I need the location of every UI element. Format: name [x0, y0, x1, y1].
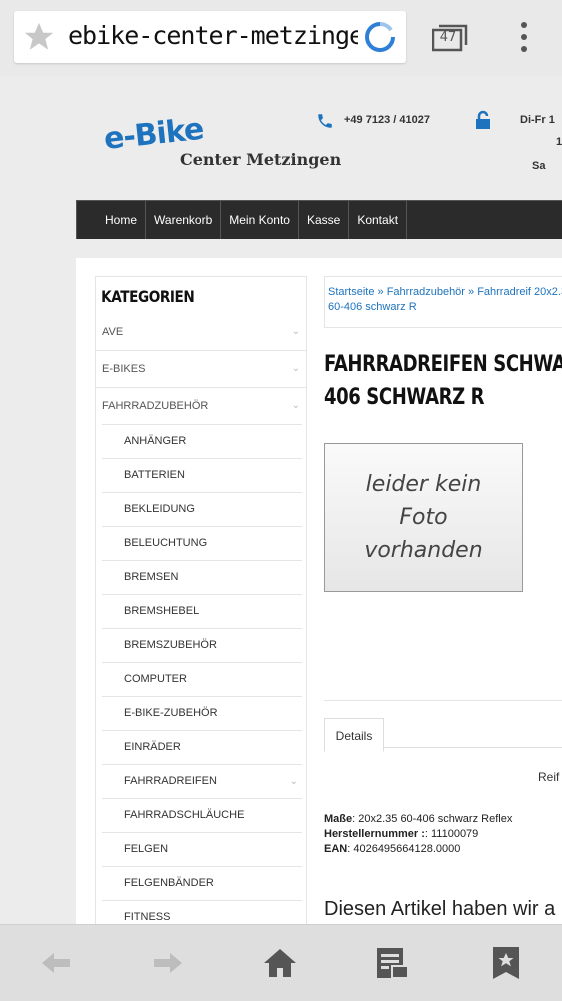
subcategory-label: BELEUCHTUNG	[124, 537, 208, 549]
subcategory-label: ANHÄNGER	[124, 435, 187, 447]
subcategory-item[interactable]: FELGEN	[102, 833, 302, 867]
product-image-placeholder[interactable]: leider kein Foto vorhanden	[324, 443, 523, 592]
spec-manufacturer-value: : 11100079	[424, 828, 479, 840]
subcategory-label: BREMSZUBEHÖR	[124, 639, 217, 651]
sidebar-title: KATEGORIEN	[101, 287, 195, 306]
subcategory-item[interactable]: BREMSEN	[102, 561, 302, 595]
nav-home[interactable]: Home	[76, 201, 147, 239]
subcategory-label: FELGENBÄNDER	[124, 877, 214, 889]
chevron-down-icon[interactable]: ⌄	[292, 388, 300, 424]
divider	[324, 700, 562, 701]
nav-account[interactable]: Mein Konto	[221, 201, 299, 239]
tab-count: 47	[439, 30, 457, 45]
address-bar[interactable]: ebike-center-metzingen	[14, 11, 406, 63]
subcategory-label: E-BIKE-ZUBEHÖR	[124, 707, 218, 719]
product-description-snippet: Reif	[538, 770, 560, 784]
browser-bottom-bar	[0, 924, 562, 1001]
phone-number[interactable]: +49 7123 / 41027	[344, 114, 430, 126]
subcategory-item[interactable]: BELEUCHTUNG	[102, 527, 302, 561]
site-logo[interactable]: e-Bike Center Metzingen	[102, 112, 341, 182]
tab-details[interactable]: Details	[324, 718, 384, 752]
main-nav: Home Warenkorb Mein Konto Kasse Kontakt	[76, 200, 562, 239]
reading-list-icon[interactable]	[374, 945, 410, 981]
bookmarks-icon[interactable]	[488, 945, 524, 981]
subcategory-label: BATTERIEN	[124, 469, 185, 481]
nav-contact[interactable]: Kontakt	[349, 201, 408, 239]
subcategory-item[interactable]: FAHRRADSCHLÄUCHE	[102, 799, 302, 833]
subcategory-item[interactable]: FITNESS	[102, 901, 302, 924]
chevron-down-icon[interactable]: ⌄	[292, 351, 300, 387]
category-label: E-BIKES	[102, 363, 146, 375]
subcategory-item[interactable]: E-BIKE-ZUBEHÖR	[102, 697, 302, 731]
subcategory-item[interactable]: BEKLEIDUNG	[102, 493, 302, 527]
opening-hours-line1: Di-Fr 1	[520, 114, 555, 126]
subcategory-label: FITNESS	[124, 911, 171, 923]
menu-icon[interactable]	[512, 18, 536, 58]
subcategory-label: FAHRRADSCHLÄUCHE	[124, 809, 245, 821]
subcategory-label: BREMSEN	[124, 571, 179, 583]
subcategory-label: COMPUTER	[124, 673, 187, 685]
subcategory-label: FELGEN	[124, 843, 169, 855]
subcategory-item[interactable]: FAHRRADREIFEN ⌄	[102, 765, 302, 799]
subcategory-label: BREMSHEBEL	[124, 605, 200, 617]
availability-text: Diesen Artikel haben wir a	[324, 898, 556, 920]
logo-sub-text: Center Metzingen	[180, 150, 342, 169]
subcategory-item[interactable]: FELGENBÄNDER	[102, 867, 302, 901]
category-fahrradzubehoer[interactable]: FAHRRADZUBEHÖR ⌄	[96, 388, 306, 424]
spec-ean-value: : 4026495664128.0000	[347, 843, 461, 855]
category-label: FAHRRADZUBEHÖR	[102, 400, 209, 412]
product-title-line2: 406 SCHWARZ R	[324, 385, 485, 410]
chevron-down-icon[interactable]: ⌄	[292, 314, 300, 350]
category-sidebar: KATEGORIEN AVE ⌄ E-BIKES ⌄ FAHRRADZUBEHÖ…	[95, 276, 307, 924]
nav-cart[interactable]: Warenkorb	[146, 201, 222, 239]
subcategory-label: FAHRRADREIFEN	[124, 775, 217, 787]
lock-icon	[476, 110, 490, 129]
category-label: AVE	[102, 326, 124, 338]
url-text[interactable]: ebike-center-metzingen	[68, 21, 358, 50]
no-photo-text: leider kein Foto vorhanden	[364, 472, 483, 563]
category-ave[interactable]: AVE ⌄	[96, 314, 306, 351]
browser-toolbar: ebike-center-metzingen 47	[0, 0, 562, 76]
subcategory-item[interactable]: BREMSHEBEL	[102, 595, 302, 629]
back-arrow-icon[interactable]	[38, 945, 74, 981]
chevron-down-icon[interactable]: ⌄	[290, 765, 298, 798]
web-page: e-Bike Center Metzingen +49 7123 / 41027…	[0, 76, 562, 924]
spec-manufacturer-label: Herstellernummer :	[324, 828, 425, 840]
spec-mass-label: Maße	[324, 813, 353, 825]
star-icon[interactable]	[22, 20, 56, 54]
product-specs: Maße: 20x2.35 60-406 schwarz Reflex Hers…	[324, 812, 512, 857]
home-icon[interactable]	[262, 945, 298, 981]
opening-hours-line3: Sa	[532, 160, 546, 172]
spec-mass-value: : 20x2.35 60-406 schwarz Reflex	[352, 813, 513, 825]
category-e-bikes[interactable]: E-BIKES ⌄	[96, 351, 306, 388]
subcategory-label: EINRÄDER	[124, 741, 181, 753]
product-title-line1: FAHRRADREIFEN SCHWA	[324, 352, 562, 377]
phone-icon	[318, 114, 332, 128]
forward-arrow-icon[interactable]	[150, 945, 186, 981]
product-title: FAHRRADREIFEN SCHWA 406 SCHWARZ R	[324, 348, 562, 414]
reload-icon[interactable]	[362, 19, 398, 55]
subcategory-item[interactable]: BREMSZUBEHÖR	[102, 629, 302, 663]
subcategory-item[interactable]: COMPUTER	[102, 663, 302, 697]
subcategory-item[interactable]: ANHÄNGER	[102, 424, 302, 459]
opening-hours-line2: 1	[556, 136, 562, 148]
tabs-button[interactable]: 47	[432, 24, 468, 54]
subcategory-label: BEKLEIDUNG	[124, 503, 195, 515]
content-panel: KATEGORIEN AVE ⌄ E-BIKES ⌄ FAHRRADZUBEHÖ…	[76, 258, 562, 924]
subcategory-item[interactable]: EINRÄDER	[102, 731, 302, 765]
site-header: e-Bike Center Metzingen +49 7123 / 41027…	[0, 76, 562, 196]
spec-ean-label: EAN	[324, 843, 348, 855]
breadcrumb[interactable]: Startseite » Fahrradzubehör » Fahrradrei…	[324, 276, 562, 328]
subcategory-item[interactable]: BATTERIEN	[102, 459, 302, 493]
nav-checkout[interactable]: Kasse	[299, 201, 350, 239]
